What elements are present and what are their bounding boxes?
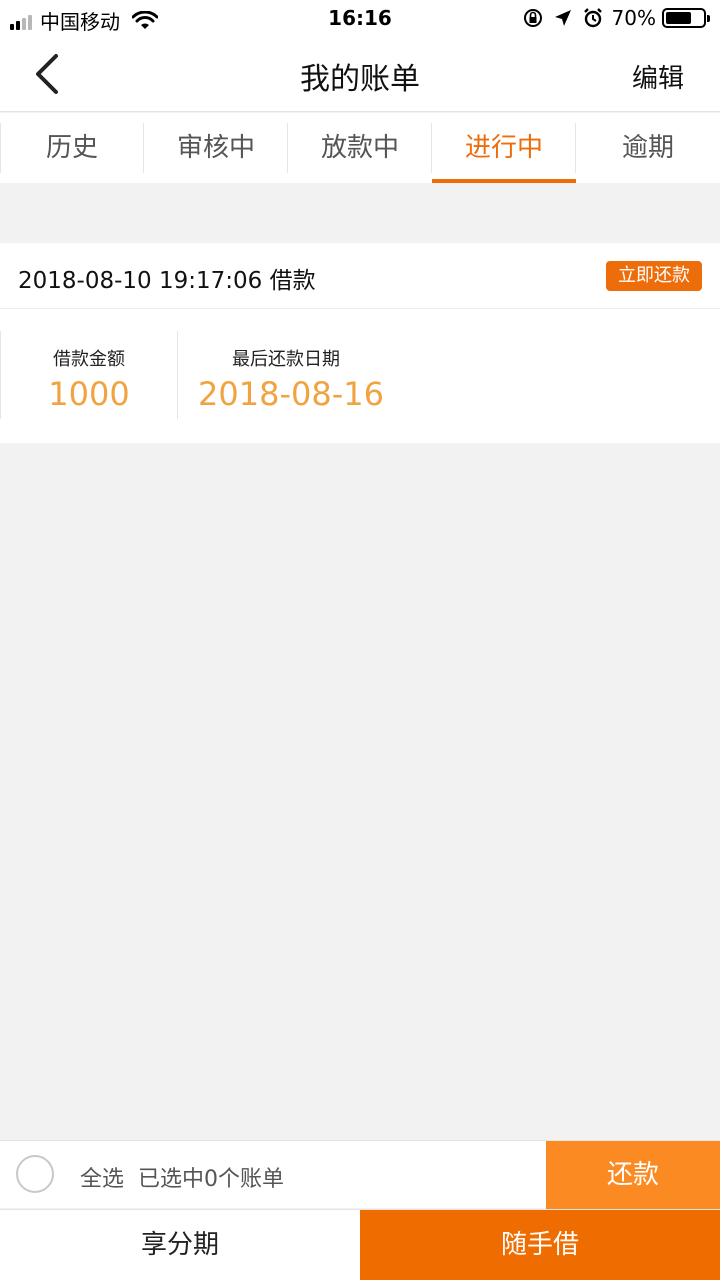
select-all-label[interactable]: 全选	[80, 1161, 124, 1193]
orientation-lock-icon	[523, 9, 542, 27]
amount-label: 借款金额	[53, 349, 125, 370]
repay-now-button[interactable]: 立即还款	[606, 261, 702, 291]
battery-percent: 70%	[611, 6, 656, 30]
amount-value: 1000	[48, 375, 130, 413]
tab-in-progress[interactable]: 进行中	[432, 113, 576, 183]
tab-label: 历史	[45, 133, 98, 163]
quick-loan-button[interactable]: 随手借	[360, 1210, 720, 1280]
installment-button[interactable]: 享分期	[0, 1210, 360, 1280]
tab-history[interactable]: 历史	[0, 113, 144, 183]
bill-header: 2018-08-10 19:17:06 借款 立即还款	[0, 243, 720, 309]
tab-label: 放款中	[320, 133, 399, 163]
battery-icon	[662, 8, 710, 28]
bottom-bar: 享分期 随手借	[0, 1209, 720, 1280]
due-date-label: 最后还款日期	[232, 349, 340, 370]
status-bar: 中国移动 16:16 70%	[0, 0, 720, 36]
tab-label: 进行中	[464, 133, 543, 163]
location-icon	[554, 10, 571, 26]
tab-label: 逾期	[621, 133, 674, 163]
tab-reviewing[interactable]: 审核中	[144, 113, 288, 183]
bill-body: 借款金额 1000 最后还款日期 2018-08-16	[0, 331, 720, 419]
tab-overdue[interactable]: 逾期	[576, 113, 720, 183]
repay-button[interactable]: 还款	[546, 1141, 720, 1209]
edit-button[interactable]: 编辑	[632, 58, 684, 95]
bill-card[interactable]: 2018-08-10 19:17:06 借款 立即还款 借款金额 1000 最后…	[0, 243, 720, 443]
status-tabs: 历史 审核中 放款中 进行中 逾期	[0, 113, 720, 183]
battery-fill	[666, 12, 692, 24]
tab-disbursing[interactable]: 放款中	[288, 113, 432, 183]
select-all-checkbox[interactable]	[16, 1155, 54, 1193]
select-bar: 全选 已选中0个账单 还款	[0, 1140, 720, 1209]
page-title: 我的账单	[300, 62, 420, 97]
status-right: 70%	[522, 6, 710, 30]
page: 中国移动 16:16 70% 我的账单 编辑 历史 审核中 放款中 进行中 逾期…	[0, 0, 720, 1280]
selected-count: 已选中0个账单	[138, 1167, 284, 1192]
bill-date: 2018-08-10 19:17:06 借款	[18, 268, 316, 294]
alarm-icon	[583, 8, 602, 28]
tab-label: 审核中	[176, 133, 255, 163]
due-date-value: 2018-08-16	[198, 375, 384, 413]
divider	[177, 331, 178, 419]
active-tab-indicator	[432, 179, 576, 183]
nav-bar: 我的账单 编辑	[0, 36, 720, 112]
